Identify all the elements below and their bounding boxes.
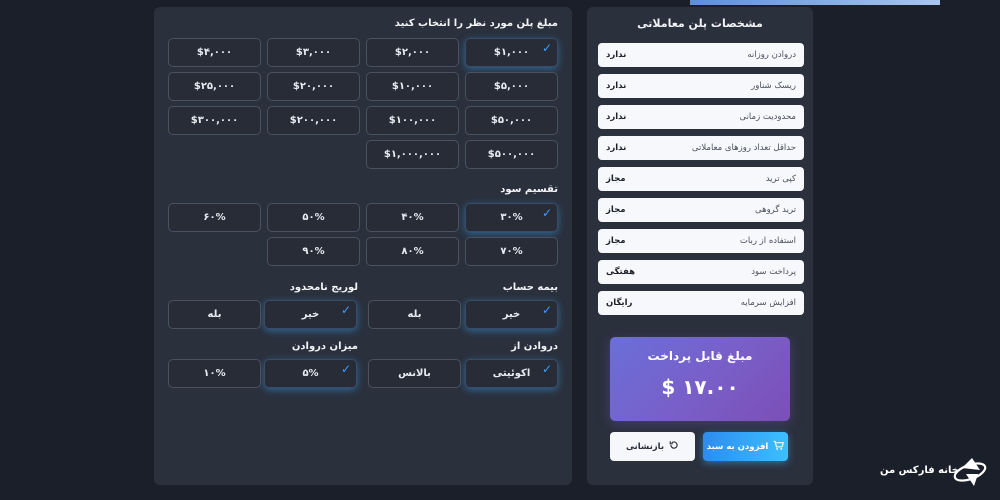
spec-value: ندارد: [606, 143, 627, 153]
amount-option-200000[interactable]: $۲۰۰,۰۰۰: [267, 106, 360, 135]
profit-option-50[interactable]: ۵۰%: [267, 203, 360, 232]
spec-label: ترید گروهی: [755, 205, 796, 215]
spec-value: ندارد: [606, 81, 627, 91]
top-accent-bar: [690, 0, 940, 5]
amount-option-50000[interactable]: $۵۰,۰۰۰: [465, 106, 558, 135]
check-icon: ✓: [541, 41, 552, 55]
spec-label: محدودیت زمانی: [739, 112, 796, 122]
plan-amount-title: مبلغ پلن مورد نظر را انتخاب کنید: [394, 18, 558, 29]
amount-option-4000[interactable]: $۴,۰۰۰: [168, 38, 261, 67]
insurance-option-no[interactable]: ✓ خیر: [465, 300, 558, 329]
spec-label: دروادن روزانه: [747, 50, 796, 60]
insurance-option-yes[interactable]: بله: [368, 300, 461, 329]
spec-row-profit-payout: پرداخت سود هفتگی: [598, 260, 804, 284]
spec-label: حداقل تعداد روزهای معاملاتی: [691, 143, 796, 153]
drawdown-amount-5[interactable]: ✓ ۵%: [264, 359, 357, 388]
spec-label: افزایش سرمایه: [740, 298, 796, 308]
amount-option-500000[interactable]: $۵۰۰,۰۰۰: [465, 140, 558, 169]
spec-row-daily-drawdown: دروادن روزانه ندارد: [598, 43, 804, 67]
spec-row-floating-risk: ریسک شناور ندارد: [598, 74, 804, 98]
spec-row-copy-trade: کپی ترید مجاز: [598, 167, 804, 191]
spec-row-min-trading-days: حداقل تعداد روزهای معاملاتی ندارد: [598, 136, 804, 160]
amount-option-5000[interactable]: $۵,۰۰۰: [465, 72, 558, 101]
profit-option-30[interactable]: ✓ ۳۰%: [465, 203, 558, 232]
amount-option-3000[interactable]: $۳,۰۰۰: [267, 38, 360, 67]
amount-option-25000[interactable]: $۲۵,۰۰۰: [168, 72, 261, 101]
specs-title: مشخصات پلن معاملاتی: [637, 17, 763, 30]
drawdown-amount-10[interactable]: ۱۰%: [168, 359, 261, 388]
spec-label: کپی ترید: [765, 174, 796, 184]
plan-specs-panel: مشخصات پلن معاملاتی دروادن روزانه ندارد …: [587, 7, 813, 485]
check-icon: ✓: [541, 206, 552, 220]
plan-config-panel: مبلغ پلن مورد نظر را انتخاب کنید ✓ $۱,۰۰…: [154, 7, 572, 485]
amount-option-1000000[interactable]: $۱,۰۰۰,۰۰۰: [366, 140, 459, 169]
check-icon: ✓: [340, 303, 351, 317]
leverage-title: لوریج نامحدود: [289, 282, 358, 293]
amount-option-100000[interactable]: $۱۰۰,۰۰۰: [366, 106, 459, 135]
payable-amount-box: مبلغ قابل پرداخت $ ۱۷.۰۰: [610, 337, 790, 421]
spec-row-time-limit: محدودیت زمانی ندارد: [598, 105, 804, 129]
amount-option-300000[interactable]: $۳۰۰,۰۰۰: [168, 106, 261, 135]
leverage-option-no[interactable]: ✓ خیر: [264, 300, 357, 329]
drawdown-from-title: دروادن از: [511, 341, 558, 352]
spec-row-robot-use: استفاده از ربات مجاز: [598, 229, 804, 253]
reset-icon: [669, 440, 679, 453]
drawdown-from-equity[interactable]: ✓ اکوئیتی: [465, 359, 558, 388]
drawdown-from-balance[interactable]: بالانس: [368, 359, 461, 388]
cart-icon: [773, 440, 785, 454]
profit-option-60[interactable]: ۶۰%: [168, 203, 261, 232]
logo-icon: [948, 448, 992, 492]
spec-value: ندارد: [606, 112, 627, 122]
reset-label: بازنشانی: [625, 441, 665, 452]
spec-value: مجاز: [606, 174, 626, 184]
spec-value: مجاز: [606, 205, 626, 215]
spec-value: هفتگی: [606, 267, 636, 277]
check-icon: ✓: [340, 362, 351, 376]
profit-option-70[interactable]: ۷۰%: [465, 237, 558, 266]
leverage-option-yes[interactable]: بله: [168, 300, 261, 329]
amount-option-20000[interactable]: $۲۰,۰۰۰: [267, 72, 360, 101]
spec-row-group-trade: ترید گروهی مجاز: [598, 198, 804, 222]
reset-button[interactable]: بازنشانی: [610, 432, 695, 461]
spec-row-capital-increase: افزایش سرمایه رایگان: [598, 291, 804, 315]
profit-option-80[interactable]: ۸۰%: [366, 237, 459, 266]
add-to-cart-label: افزودن به سبد: [706, 441, 769, 452]
amount-option-10000[interactable]: $۱۰,۰۰۰: [366, 72, 459, 101]
spec-value: مجاز: [606, 236, 626, 246]
profit-option-40[interactable]: ۴۰%: [366, 203, 459, 232]
check-icon: ✓: [541, 303, 552, 317]
drawdown-amount-title: میزان دروادن: [291, 341, 358, 352]
check-icon: ✓: [541, 362, 552, 376]
insurance-title: بیمه حساب: [502, 282, 558, 293]
spec-value: ندارد: [606, 50, 627, 60]
spec-value: رایگان: [606, 298, 633, 308]
add-to-cart-button[interactable]: افزودن به سبد: [703, 432, 788, 461]
amount-option-1000[interactable]: ✓ $۱,۰۰۰: [465, 38, 558, 67]
spec-label: استفاده از ربات: [739, 236, 796, 246]
spec-label: ریسک شناور: [751, 81, 796, 91]
payable-amount-value: $ ۱۷.۰۰: [661, 375, 739, 399]
amount-option-2000[interactable]: $۲,۰۰۰: [366, 38, 459, 67]
spec-label: پرداخت سود: [751, 267, 796, 277]
profit-split-title: تقسیم سود: [500, 184, 558, 195]
payable-amount-title: مبلغ قابل پرداخت: [647, 349, 753, 363]
brand-logo: خانه فارکس من: [880, 448, 995, 493]
profit-option-90[interactable]: ۹۰%: [267, 237, 360, 266]
